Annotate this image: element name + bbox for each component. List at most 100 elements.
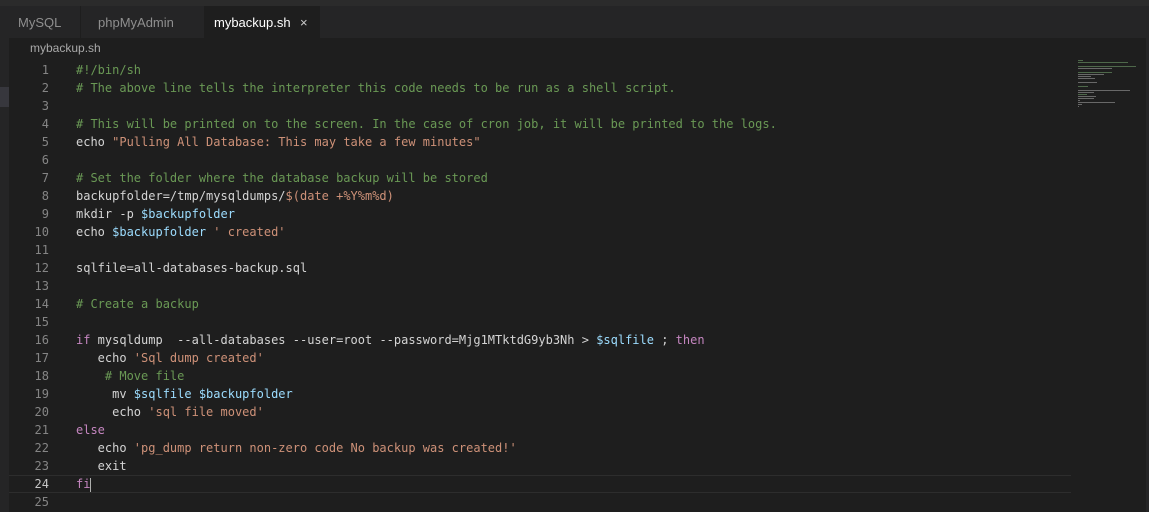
code-token: backupfolder=/tmp/mysqldumps/ <box>76 189 286 203</box>
tab-phpmyadmin[interactable]: phpMyAdmin <box>80 6 204 38</box>
code-token: echo <box>76 225 113 239</box>
code-text[interactable]: # The above line tells the interpreter t… <box>76 79 676 97</box>
line-number: 23 <box>34 459 49 473</box>
code-token: 'sql file moved' <box>148 405 264 419</box>
minimap-line <box>1078 66 1136 67</box>
code-text[interactable]: mkdir -p $backupfolder <box>76 205 235 223</box>
code-token: "Pulling All Database: This may take a f… <box>112 135 481 149</box>
code-line[interactable]: 13 <box>9 277 1071 295</box>
line-number: 3 <box>41 99 49 113</box>
code-line[interactable]: 9 mkdir -p $backupfolder <box>9 205 1071 223</box>
code-editor[interactable]: 1 #!/bin/sh 2 # The above line tells the in… <box>9 61 1071 512</box>
code-token: # Move file <box>76 369 185 383</box>
code-line[interactable]: 14 # Create a backup <box>9 295 1071 313</box>
code-text[interactable]: echo 'Sql dump created' <box>76 349 264 367</box>
code-token: mkdir -p <box>76 207 142 221</box>
code-line[interactable]: 7 # Set the folder where the database bac… <box>9 169 1071 187</box>
code-line[interactable]: 5 echo "Pulling All Database: This may ta… <box>9 133 1071 151</box>
code-line[interactable]: 24 fi <box>9 475 1071 493</box>
code-token: $(date +%Y%m%d) <box>285 189 394 203</box>
code-text[interactable]: else <box>76 421 105 439</box>
code-text[interactable]: exit <box>76 457 127 475</box>
line-number: 21 <box>34 423 49 437</box>
line-number: 9 <box>41 207 49 221</box>
code-text[interactable]: echo "Pulling All Database: This may tak… <box>76 133 481 151</box>
line-number: 10 <box>34 225 49 239</box>
line-number: 4 <box>41 117 49 131</box>
close-icon[interactable]: × <box>300 6 308 39</box>
minimap-line <box>1078 68 1112 69</box>
minimap-line <box>1078 82 1097 83</box>
code-text[interactable]: # Set the folder where the database back… <box>76 169 488 187</box>
code-text[interactable]: sqlfile=all-databases-backup.sql <box>76 259 307 277</box>
minimap-line <box>1078 104 1082 105</box>
minimap[interactable] <box>1078 60 1144 110</box>
tab-label: mybackup.sh <box>214 15 291 30</box>
line-number: 22 <box>34 441 49 455</box>
code-token: else <box>76 423 105 437</box>
code-token: fi <box>76 477 91 491</box>
code-text[interactable]: mv $sqlfile $backupfolder <box>76 385 293 403</box>
minimap-line <box>1078 98 1094 99</box>
code-line[interactable]: 17 echo 'Sql dump created' <box>9 349 1071 367</box>
code-line[interactable]: 3 <box>9 97 1071 115</box>
code-line[interactable]: 4 # This will be printed on to the screen… <box>9 115 1071 133</box>
code-line[interactable]: 23 exit <box>9 457 1071 475</box>
code-line[interactable]: 8 backupfolder=/tmp/mysqldumps/$(date +%Y… <box>9 187 1071 205</box>
code-token: 'pg_dump return non-zero code No backup … <box>133 441 517 455</box>
code-line[interactable]: 10 echo $backupfolder ' created' <box>9 223 1071 241</box>
code-text[interactable]: fi <box>76 476 92 492</box>
code-token: exit <box>76 459 127 473</box>
code-text[interactable]: echo 'pg_dump return non-zero code No ba… <box>76 439 517 457</box>
line-number: 24 <box>34 477 49 491</box>
code-line[interactable]: 11 <box>9 241 1071 259</box>
code-line[interactable]: 20 echo 'sql file moved' <box>9 403 1071 421</box>
line-number: 18 <box>34 369 49 383</box>
code-text[interactable]: echo 'sql file moved' <box>76 403 264 421</box>
code-line[interactable]: 2 # The above line tells the interpreter … <box>9 79 1071 97</box>
code-line[interactable]: 1 #!/bin/sh <box>9 61 1071 79</box>
code-line[interactable]: 22 echo 'pg_dump return non-zero code No… <box>9 439 1071 457</box>
line-number: 25 <box>34 495 49 509</box>
code-line[interactable]: 6 <box>9 151 1071 169</box>
code-token: # This will be printed on to the screen.… <box>76 117 777 131</box>
text-cursor <box>90 477 92 492</box>
tab-mysql[interactable]: MySQL <box>0 6 80 38</box>
minimap-line <box>1078 90 1130 91</box>
code-token: # Set the folder where the database back… <box>76 171 488 185</box>
line-number: 17 <box>34 351 49 365</box>
minimap-line <box>1078 94 1087 95</box>
line-number: 1 <box>41 63 49 77</box>
code-line[interactable]: 15 <box>9 313 1071 331</box>
code-line[interactable]: 16 if mysqldump --all-databases --user=ro… <box>9 331 1071 349</box>
code-token: mv <box>76 387 134 401</box>
minimap-line <box>1078 86 1088 87</box>
line-number: 2 <box>41 81 49 95</box>
code-text[interactable]: # Create a backup <box>76 295 199 313</box>
code-text[interactable]: if mysqldump --all-databases --user=root… <box>76 331 705 349</box>
tab-mybackup-sh[interactable]: mybackup.sh × <box>204 6 320 38</box>
code-text[interactable]: echo $backupfolder ' created' <box>76 223 286 241</box>
minimap-line <box>1078 96 1096 97</box>
code-line[interactable]: 12 sqlfile=all-databases-backup.sql <box>9 259 1071 277</box>
code-line[interactable]: 18 # Move file <box>9 367 1071 385</box>
minimap-line <box>1078 100 1080 101</box>
code-token: echo <box>76 405 149 419</box>
code-line[interactable]: 21 else <box>9 421 1071 439</box>
minimap-line <box>1078 78 1095 79</box>
code-token: $backupfolder <box>112 225 207 239</box>
code-line[interactable]: 19 mv $sqlfile $backupfolder <box>9 385 1071 403</box>
side-gutter-marker <box>0 87 9 107</box>
code-token: echo <box>76 441 134 455</box>
code-line[interactable]: 25 <box>9 493 1071 511</box>
line-number: 14 <box>34 297 49 311</box>
code-text[interactable]: # This will be printed on to the screen.… <box>76 115 777 133</box>
code-text[interactable]: # Move file <box>76 367 184 385</box>
minimap-line <box>1078 60 1083 61</box>
code-text[interactable]: #!/bin/sh <box>76 61 141 79</box>
breadcrumb[interactable]: mybackup.sh <box>30 41 101 55</box>
minimap-line <box>1078 72 1112 73</box>
line-number: 5 <box>41 135 49 149</box>
minimap-line <box>1078 102 1115 103</box>
code-text[interactable]: backupfolder=/tmp/mysqldumps/$(date +%Y%… <box>76 187 394 205</box>
